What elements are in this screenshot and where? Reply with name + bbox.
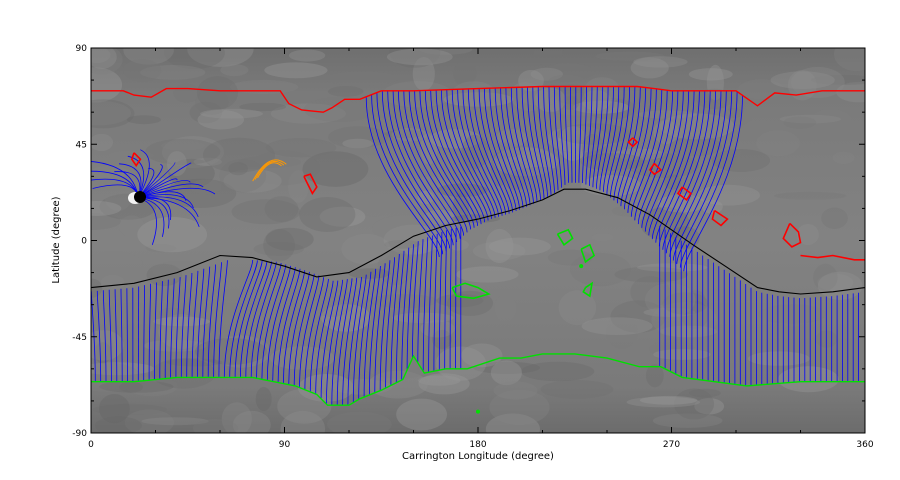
y-tick-label: -45 [72, 333, 87, 343]
y-tick-label: 0 [81, 237, 87, 247]
x-axis-title: Carrington Longitude (degree) [402, 451, 554, 462]
y-axis-title: Latitude (degree) [51, 196, 62, 283]
magnetogram-background [91, 48, 865, 433]
y-tick-label: 45 [76, 140, 87, 150]
x-tick-label: 0 [88, 440, 94, 450]
chart-canvas: 0 90 180 270 360 -90 -45 0 45 90 Carrington Longi… [51, 44, 874, 462]
x-tick-label: 270 [663, 440, 680, 450]
y-tick-label: -90 [72, 429, 87, 439]
x-tick-label: 360 [856, 440, 873, 450]
x-tick-label: 180 [469, 440, 486, 450]
negative-coronal-hole-dot [476, 409, 480, 414]
x-tick-label: 90 [279, 440, 291, 450]
y-tick-label: 90 [76, 44, 88, 54]
negative-coronal-hole-dot [579, 264, 584, 269]
